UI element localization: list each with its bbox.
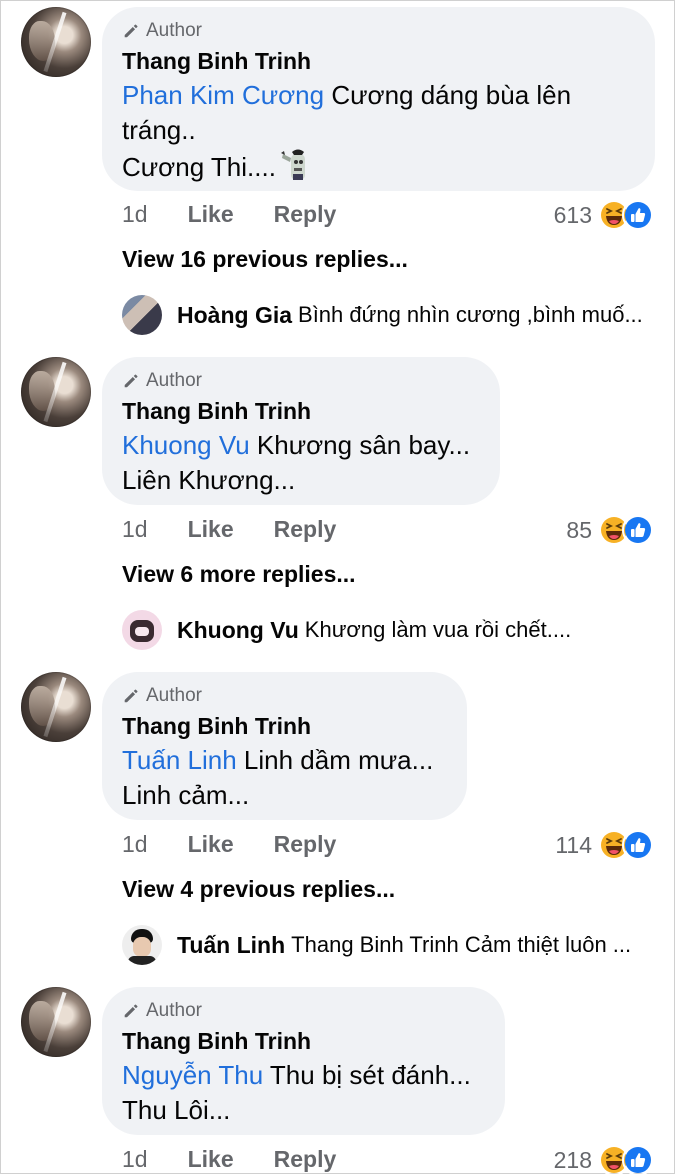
pencil-icon	[122, 687, 140, 705]
mention-link[interactable]: Nguyễn Thu	[122, 1060, 263, 1090]
pencil-icon	[122, 372, 140, 390]
comment-actions: 1d Like Reply	[122, 516, 336, 543]
comment-actions: 1d Like Reply	[122, 831, 336, 858]
reply-author-name[interactable]: Tuấn Linh	[177, 932, 285, 959]
comment-time[interactable]: 1d	[122, 516, 148, 543]
reaction-count: 613	[553, 201, 592, 228]
pencil-icon	[122, 22, 140, 40]
reply-button[interactable]: Reply	[274, 831, 337, 858]
mention-link[interactable]: Khuong Vu	[122, 430, 250, 460]
view-more-replies-link[interactable]: View 6 more replies...	[122, 561, 356, 588]
reply-button[interactable]: Reply	[274, 201, 337, 228]
author-badge: Author	[122, 999, 485, 1023]
author-badge: Author	[122, 19, 635, 43]
like-button[interactable]: Like	[188, 516, 234, 543]
view-previous-replies-link[interactable]: View 4 previous replies...	[122, 876, 395, 903]
like-button[interactable]: Like	[188, 1146, 234, 1173]
comment-author-name[interactable]: Thang Binh Trinh	[122, 711, 447, 741]
comment-actions: 1d Like Reply	[122, 1146, 336, 1173]
comment-bubble: Author Thang Binh Trinh Phan Kim Cương C…	[102, 7, 655, 191]
comment-bubble: Author Thang Binh Trinh Tuấn Linh Linh d…	[102, 672, 467, 820]
reaction-count: 85	[566, 516, 592, 543]
reply-preview[interactable]: Hoàng Gia Bình đứng nhìn cương ,bình muố…	[122, 295, 643, 335]
author-badge: Author	[122, 684, 447, 708]
reply-button[interactable]: Reply	[274, 1146, 337, 1173]
avatar[interactable]	[21, 987, 91, 1057]
reaction-summary[interactable]: 85	[566, 514, 654, 546]
like-reaction-icon	[622, 514, 654, 546]
avatar[interactable]	[21, 672, 91, 742]
avatar[interactable]	[21, 7, 91, 77]
like-button[interactable]: Like	[188, 831, 234, 858]
avatar[interactable]	[122, 925, 162, 965]
reply-preview[interactable]: Khuong Vu Khương làm vua rồi chết....	[122, 610, 571, 650]
avatar[interactable]	[122, 295, 162, 335]
avatar[interactable]	[21, 357, 91, 427]
reaction-count: 218	[553, 1146, 592, 1173]
like-button[interactable]: Like	[188, 201, 234, 228]
mention-link[interactable]: Tuấn Linh	[122, 745, 237, 775]
reaction-summary[interactable]: 218	[554, 1144, 654, 1176]
like-reaction-icon	[622, 199, 654, 231]
comment-bubble: Author Thang Binh Trinh Khuong Vu Khương…	[102, 357, 500, 505]
reply-text: Khương làm vua rồi chết....	[304, 617, 572, 642]
author-badge-label: Author	[146, 1000, 202, 1021]
author-badge-label: Author	[146, 20, 202, 41]
reaction-summary[interactable]: 114	[555, 829, 654, 861]
comment-bubble: Author Thang Binh Trinh Nguyễn Thu Thu b…	[102, 987, 505, 1135]
comment-text: Nguyễn Thu Thu bị sét đánh... Thu Lôi...	[122, 1060, 471, 1125]
mention-link[interactable]: Phan Kim Cương	[122, 80, 324, 110]
comment-text: Tuấn Linh Linh dầm mưa... Linh cảm...	[122, 745, 434, 810]
comment-actions: 1d Like Reply	[122, 201, 336, 228]
pencil-icon	[122, 1002, 140, 1020]
reply-text: Thang Binh Trinh Cảm thiệt luôn ...	[291, 932, 632, 957]
reaction-summary[interactable]: 613	[554, 199, 654, 231]
comment-author-name[interactable]: Thang Binh Trinh	[122, 396, 480, 426]
reply-preview[interactable]: Tuấn Linh Thang Binh Trinh Cảm thiệt luô…	[122, 925, 631, 965]
view-previous-replies-link[interactable]: View 16 previous replies...	[122, 246, 408, 273]
comment-time[interactable]: 1d	[122, 831, 148, 858]
author-badge-label: Author	[146, 370, 202, 391]
zombie-emoji-icon	[280, 148, 310, 182]
like-reaction-icon	[622, 829, 654, 861]
reply-text: Bình đứng nhìn cương ,bình muố...	[298, 302, 643, 327]
comment-time[interactable]: 1d	[122, 201, 148, 228]
comment-time[interactable]: 1d	[122, 1146, 148, 1173]
comment-author-name[interactable]: Thang Binh Trinh	[122, 1026, 485, 1056]
comment-text: Khuong Vu Khương sân bay... Liên Khương.…	[122, 430, 471, 495]
author-badge-label: Author	[146, 685, 202, 706]
avatar[interactable]	[122, 610, 162, 650]
reply-button[interactable]: Reply	[274, 516, 337, 543]
reply-author-name[interactable]: Hoàng Gia	[177, 302, 292, 329]
author-badge: Author	[122, 369, 480, 393]
reaction-count: 114	[555, 831, 592, 858]
comment-author-name[interactable]: Thang Binh Trinh	[122, 46, 635, 76]
reply-author-name[interactable]: Khuong Vu	[177, 617, 299, 644]
comment-text: Phan Kim Cương Cương dáng bùa lên tráng.…	[122, 80, 572, 182]
like-reaction-icon	[622, 1144, 654, 1176]
